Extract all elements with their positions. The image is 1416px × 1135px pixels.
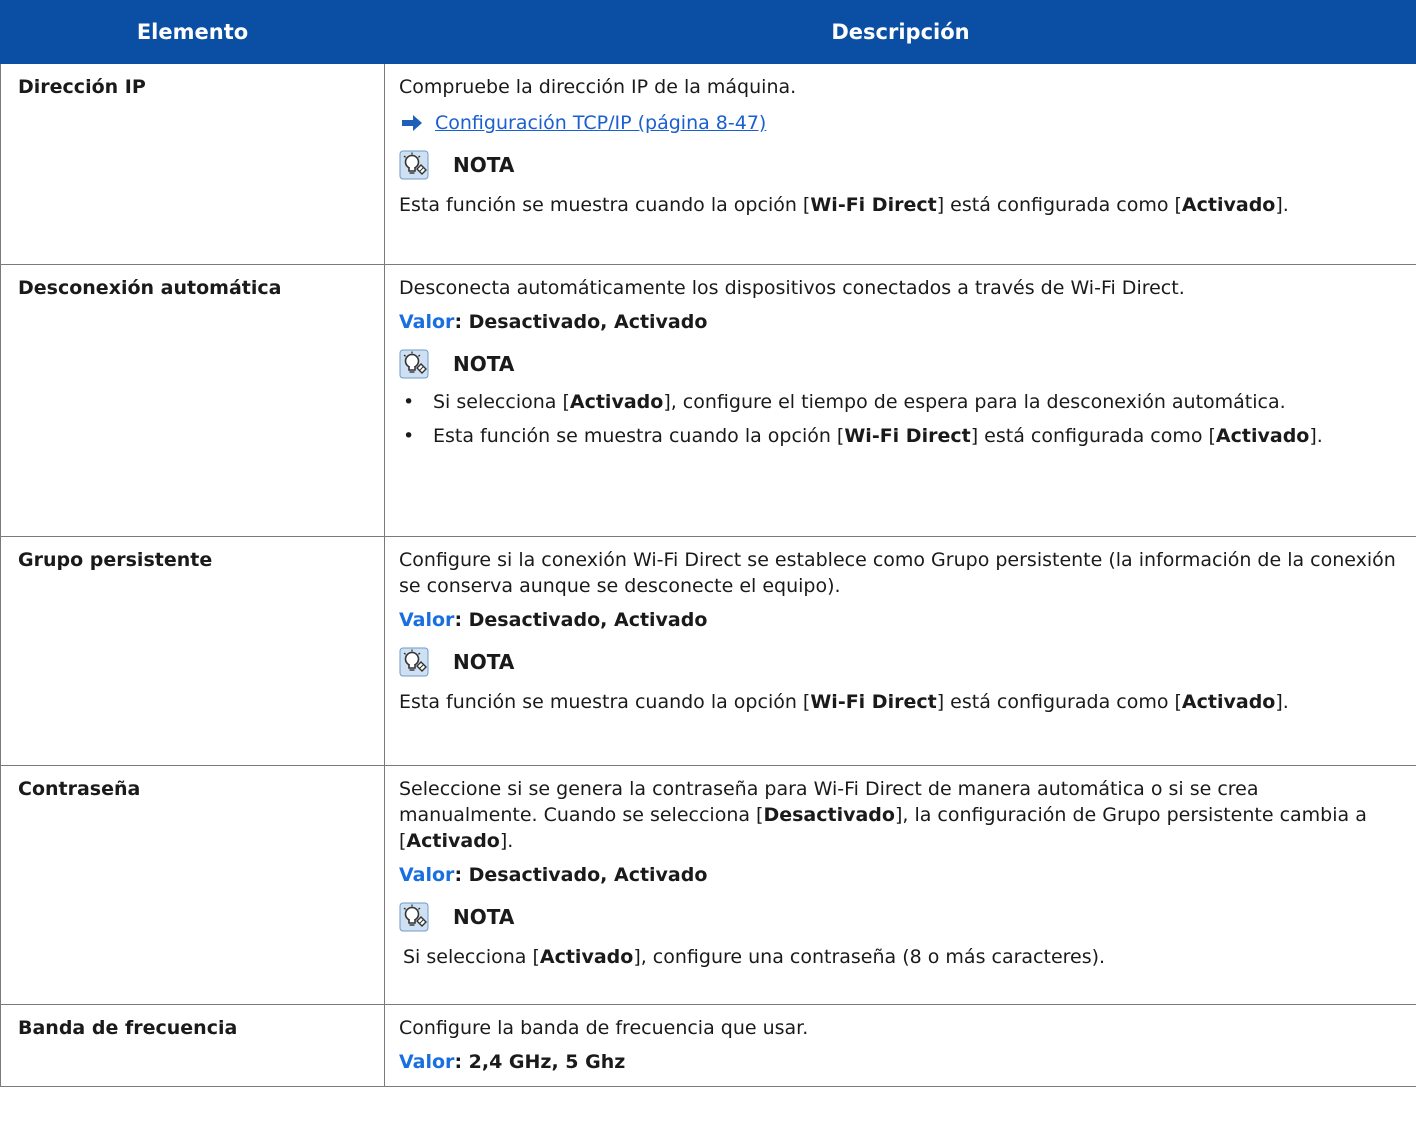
item-name: Dirección IP	[0, 63, 385, 265]
value-options: : 2,4 GHz, 5 Ghz	[454, 1051, 626, 1073]
value-label: Valor	[399, 1051, 455, 1073]
right-arrow-icon	[401, 113, 423, 133]
lightbulb-note-icon	[399, 349, 429, 379]
note-bullet: • Esta función se muestra cuando la opci…	[399, 423, 1402, 449]
note-heading: NOTA	[399, 148, 1402, 182]
item-name: Grupo persistente	[0, 536, 385, 766]
value-label: Valor	[399, 864, 455, 886]
item-description: Configure la banda de frecuencia que usa…	[384, 1004, 1416, 1087]
tcpip-settings-link[interactable]: Configuración TCP/IP (página 8-47)	[435, 110, 766, 136]
bullet-dot: •	[403, 425, 415, 447]
item-name: Banda de frecuencia	[0, 1004, 385, 1087]
note-text: Esta función se muestra cuando la opción…	[399, 691, 1289, 713]
table-row: Desconexión automática Desconecta automá…	[0, 264, 1416, 537]
table-row: Banda de frecuencia Configure la banda d…	[0, 1004, 1416, 1087]
table-header-row: Elemento Descripción	[0, 0, 1416, 64]
value-label: Valor	[399, 609, 455, 631]
table-row: Grupo persistente Configure si la conexi…	[0, 536, 1416, 766]
description-text: Configure la banda de frecuencia que usa…	[399, 1017, 809, 1039]
value-options: : Desactivado, Activado	[454, 609, 708, 631]
table-row: Contraseña Seleccione si se genera la co…	[0, 765, 1416, 1005]
description-text: Desconecta automáticamente los dispositi…	[399, 277, 1185, 299]
note-heading: NOTA	[399, 900, 1402, 934]
note-label: NOTA	[453, 905, 515, 929]
lightbulb-note-icon	[399, 150, 429, 180]
value-line: Valor: 2,4 GHz, 5 Ghz	[399, 1049, 1402, 1075]
settings-table: Elemento Descripción Dirección IP Compru…	[0, 0, 1416, 1087]
item-name: Contraseña	[0, 765, 385, 1005]
description-text: Compruebe la dirección IP de la máquina.	[399, 76, 797, 98]
item-name: Desconexión automática	[0, 264, 385, 537]
note-heading: NOTA	[399, 645, 1402, 679]
bullet-text: Si selecciona [Activado], configure el t…	[433, 391, 1286, 413]
value-line: Valor: Desactivado, Activado	[399, 862, 1402, 888]
value-options: : Desactivado, Activado	[454, 864, 708, 886]
note-text: Si selecciona [Activado], configure una …	[403, 946, 1106, 968]
item-description: Configure si la conexión Wi-Fi Direct se…	[384, 536, 1416, 766]
lightbulb-note-icon	[399, 902, 429, 932]
description-text: Configure si la conexión Wi-Fi Direct se…	[399, 549, 1396, 597]
note-label: NOTA	[453, 352, 515, 376]
reference-link-row: Configuración TCP/IP (página 8-47)	[399, 110, 1402, 136]
description-text: Seleccione si se genera la contraseña pa…	[399, 778, 1367, 852]
item-description: Compruebe la dirección IP de la máquina.…	[384, 63, 1416, 265]
value-line: Valor: Desactivado, Activado	[399, 607, 1402, 633]
value-options: : Desactivado, Activado	[454, 311, 708, 333]
note-heading: NOTA	[399, 347, 1402, 381]
note-text: Esta función se muestra cuando la opción…	[399, 194, 1289, 216]
value-label: Valor	[399, 311, 455, 333]
item-description: Desconecta automáticamente los dispositi…	[384, 264, 1416, 537]
bullet-dot: •	[403, 391, 415, 413]
item-description: Seleccione si se genera la contraseña pa…	[384, 765, 1416, 1005]
bullet-text: Esta función se muestra cuando la opción…	[433, 425, 1323, 447]
note-label: NOTA	[453, 153, 515, 177]
value-line: Valor: Desactivado, Activado	[399, 309, 1402, 335]
note-label: NOTA	[453, 650, 515, 674]
lightbulb-note-icon	[399, 647, 429, 677]
table-row: Dirección IP Compruebe la dirección IP d…	[0, 63, 1416, 265]
header-elemento: Elemento	[0, 0, 385, 64]
header-descripcion: Descripción	[384, 0, 1416, 64]
note-bullet: • Si selecciona [Activado], configure el…	[399, 389, 1402, 415]
